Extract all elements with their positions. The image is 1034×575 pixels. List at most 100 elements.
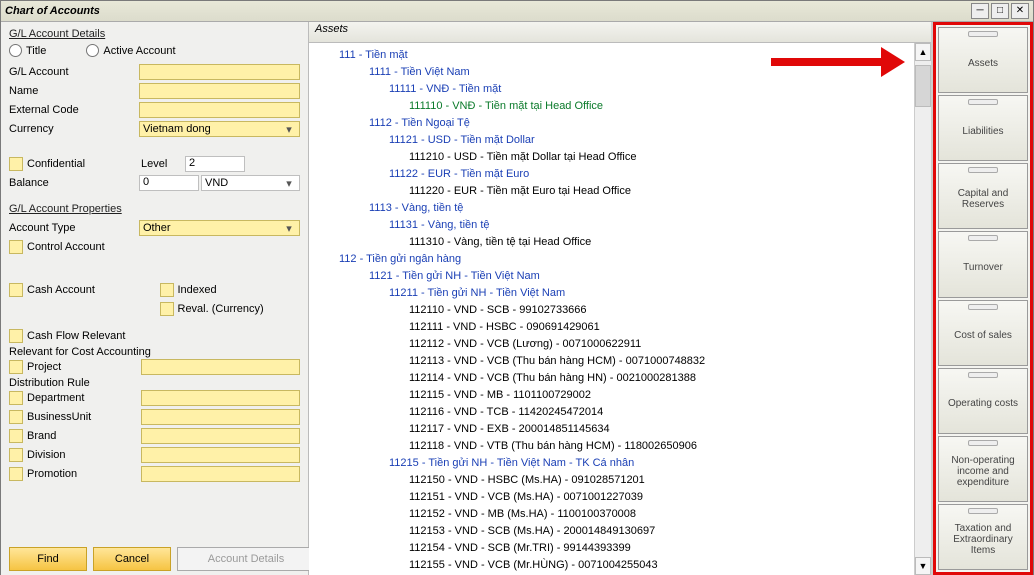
- balance-currency-select[interactable]: VND▾: [201, 175, 300, 191]
- tree-node[interactable]: 1113 - Vàng, tiền tệ: [309, 200, 910, 217]
- radio-title[interactable]: Title: [9, 44, 46, 57]
- tree-node[interactable]: 112154 - VND - SCB (Mr.TRI) - 9914439339…: [309, 540, 910, 557]
- vertical-scrollbar[interactable]: ▲ ▼: [914, 43, 931, 575]
- maximize-icon[interactable]: □: [991, 3, 1009, 19]
- tree-node[interactable]: 112111 - VND - HSBC - 090691429061: [309, 319, 910, 336]
- tree-node[interactable]: 111 - Tiền mặt: [309, 47, 910, 64]
- department-checkbox[interactable]: [9, 391, 23, 405]
- promotion-label: Promotion: [27, 468, 141, 480]
- tree-panel: Assets 111 - Tiền mặt1111 - Tiền Việt Na…: [309, 22, 933, 575]
- category-drawers: AssetsLiabilitiesCapital and ReservesTur…: [933, 22, 1033, 575]
- balance-label: Balance: [9, 177, 139, 189]
- drawer-taxation-and-extraordinary-items[interactable]: Taxation and Extraordinary Items: [938, 504, 1028, 570]
- tree-node[interactable]: 112152 - VND - MB (Ms.HA) - 110010037000…: [309, 506, 910, 523]
- scroll-down-icon[interactable]: ▼: [915, 557, 931, 575]
- department-label: Department: [27, 392, 141, 404]
- gl-account-input[interactable]: [139, 64, 300, 80]
- businessunit-checkbox[interactable]: [9, 410, 23, 424]
- control-account-label: Control Account: [27, 241, 105, 253]
- tree-node[interactable]: 112116 - VND - TCB - 11420245472014: [309, 404, 910, 421]
- cancel-button[interactable]: Cancel: [93, 547, 171, 571]
- tree-node[interactable]: 112118 - VND - VTB (Thu bán hàng HCM) - …: [309, 438, 910, 455]
- section-gl-properties: G/L Account Properties: [9, 203, 300, 215]
- drawer-operating-costs[interactable]: Operating costs: [938, 368, 1028, 434]
- tree-node[interactable]: 1121 - Tiền gửi NH - Tiền Việt Nam: [309, 268, 910, 285]
- indexed-checkbox[interactable]: [160, 283, 174, 297]
- left-panel: G/L Account Details Title Active Account…: [1, 22, 309, 575]
- cash-account-checkbox[interactable]: [9, 283, 23, 297]
- account-tree[interactable]: 111 - Tiền mặt1111 - Tiền Việt Nam11111 …: [309, 43, 914, 575]
- drawer-cost-of-sales[interactable]: Cost of sales: [938, 300, 1028, 366]
- tree-node[interactable]: 1111 - Tiền Việt Nam: [309, 64, 910, 81]
- level-input[interactable]: 2: [185, 156, 245, 172]
- window-title: Chart of Accounts: [5, 5, 969, 17]
- level-label: Level: [141, 158, 185, 170]
- promotion-checkbox[interactable]: [9, 467, 23, 481]
- tree-node[interactable]: 11111 - VNĐ - Tiền mặt: [309, 81, 910, 98]
- tree-node[interactable]: 112112 - VND - VCB (Lương) - 00710006229…: [309, 336, 910, 353]
- tree-node[interactable]: 112110 - VND - SCB - 99102733666: [309, 302, 910, 319]
- section-gl-details: G/L Account Details: [9, 28, 300, 40]
- scroll-up-icon[interactable]: ▲: [915, 43, 931, 61]
- brand-checkbox[interactable]: [9, 429, 23, 443]
- tree-node[interactable]: 111310 - Vàng, tiền tệ tại Head Office: [309, 234, 910, 251]
- find-button[interactable]: Find: [9, 547, 87, 571]
- external-code-input[interactable]: [139, 102, 300, 118]
- division-label: Division: [27, 449, 141, 461]
- chevron-down-icon: ▾: [282, 123, 296, 136]
- tree-node[interactable]: 112114 - VND - VCB (Thu bán hàng HN) - 0…: [309, 370, 910, 387]
- brand-input[interactable]: [141, 428, 300, 444]
- confidential-checkbox[interactable]: [9, 157, 23, 171]
- chevron-down-icon: ▾: [282, 222, 296, 235]
- tree-node[interactable]: 112153 - VND - SCB (Ms.HA) - 20001484913…: [309, 523, 910, 540]
- indexed-label: Indexed: [178, 284, 217, 296]
- tree-node[interactable]: 11211 - Tiền gửi NH - Tiền Việt Nam: [309, 285, 910, 302]
- tree-node[interactable]: 11131 - Vàng, tiền tệ: [309, 217, 910, 234]
- drawer-non-operating-income-and-expenditure[interactable]: Non-operating income and expenditure: [938, 436, 1028, 502]
- promotion-input[interactable]: [141, 466, 300, 482]
- account-type-label: Account Type: [9, 222, 139, 234]
- division-input[interactable]: [141, 447, 300, 463]
- drawer-assets[interactable]: Assets: [938, 27, 1028, 93]
- tree-node[interactable]: 112117 - VND - EXB - 200014851145634: [309, 421, 910, 438]
- tree-node[interactable]: 111210 - USD - Tiền mặt Dollar tại Head …: [309, 149, 910, 166]
- tree-node[interactable]: 1112 - Tiền Ngoại Tệ: [309, 115, 910, 132]
- close-icon[interactable]: ✕: [1011, 3, 1029, 19]
- tree-node[interactable]: 11122 - EUR - Tiền mặt Euro: [309, 166, 910, 183]
- department-input[interactable]: [141, 390, 300, 406]
- tree-node[interactable]: 111220 - EUR - Tiền mặt Euro tại Head Of…: [309, 183, 910, 200]
- project-checkbox[interactable]: [9, 360, 23, 374]
- drawer-liabilities[interactable]: Liabilities: [938, 95, 1028, 161]
- tree-node[interactable]: 11121 - USD - Tiền mặt Dollar: [309, 132, 910, 149]
- division-checkbox[interactable]: [9, 448, 23, 462]
- currency-label: Currency: [9, 123, 139, 135]
- tree-node[interactable]: 11215 - Tiền gửi NH - Tiền Việt Nam - TK…: [309, 455, 910, 472]
- name-input[interactable]: [139, 83, 300, 99]
- project-input[interactable]: [141, 359, 300, 375]
- cashflow-checkbox[interactable]: [9, 329, 23, 343]
- tree-node[interactable]: 112113 - VND - VCB (Thu bán hàng HCM) - …: [309, 353, 910, 370]
- balance-input[interactable]: 0: [139, 175, 199, 191]
- distribution-rule-label: Distribution Rule: [9, 377, 300, 389]
- businessunit-input[interactable]: [141, 409, 300, 425]
- radio-active-account[interactable]: Active Account: [86, 44, 175, 57]
- tree-node[interactable]: 112150 - VND - HSBC (Ms.HA) - 0910285712…: [309, 472, 910, 489]
- account-type-select[interactable]: Other▾: [139, 220, 300, 236]
- minimize-icon[interactable]: ─: [971, 3, 989, 19]
- tree-node[interactable]: 111110 - VNĐ - Tiền mặt tại Head Office: [309, 98, 910, 115]
- tree-node[interactable]: 112 - Tiền gửi ngân hàng: [309, 251, 910, 268]
- drawer-capital-and-reserves[interactable]: Capital and Reserves: [938, 163, 1028, 229]
- cashflow-label: Cash Flow Relevant: [27, 330, 125, 342]
- tree-header: Assets: [309, 22, 931, 43]
- currency-select[interactable]: Vietnam dong▾: [139, 121, 300, 137]
- chevron-down-icon: ▾: [282, 177, 296, 190]
- tree-node[interactable]: 112155 - VND - VCB (Mr.HÙNG) - 007100425…: [309, 557, 910, 574]
- reval-checkbox[interactable]: [160, 302, 174, 316]
- scroll-thumb[interactable]: [915, 65, 931, 107]
- account-details-button[interactable]: Account Details: [177, 547, 315, 571]
- drawer-turnover[interactable]: Turnover: [938, 231, 1028, 297]
- tree-node[interactable]: 112115 - VND - MB - 1101100729002: [309, 387, 910, 404]
- reval-label: Reval. (Currency): [178, 303, 264, 315]
- control-account-checkbox[interactable]: [9, 240, 23, 254]
- tree-node[interactable]: 112151 - VND - VCB (Ms.HA) - 00710012270…: [309, 489, 910, 506]
